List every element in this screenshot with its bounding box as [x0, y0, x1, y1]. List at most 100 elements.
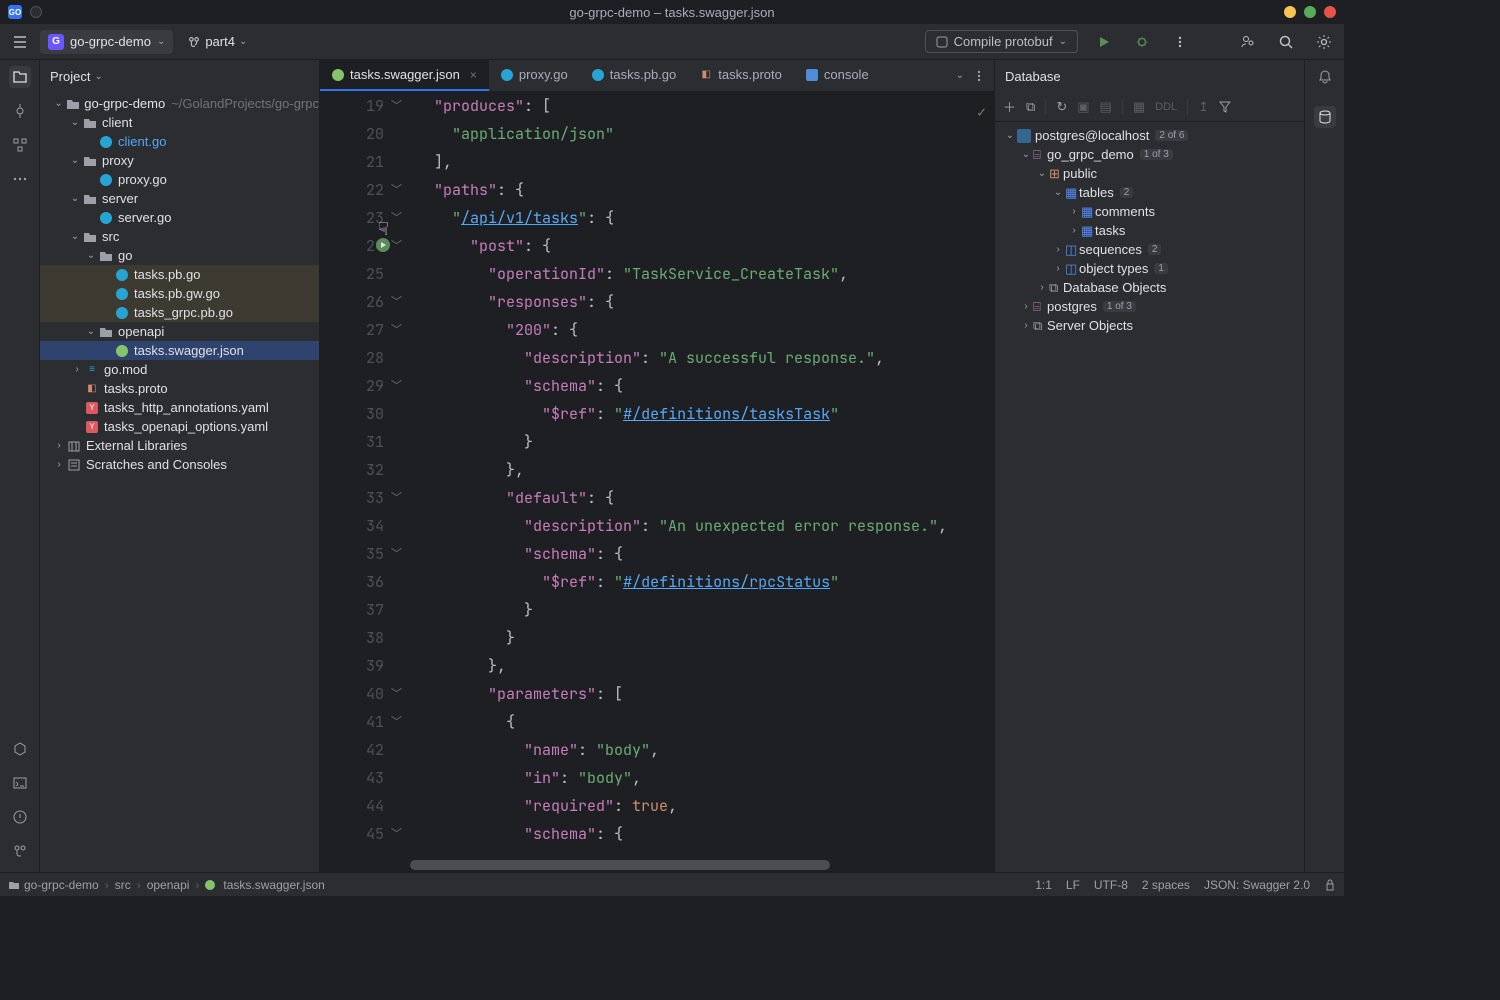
main-toolbar: G go-grpc-demo ⌄ part4 ⌄ Compile protobu… [0, 24, 1344, 60]
status-indent[interactable]: 2 spaces [1142, 878, 1190, 892]
maximize-icon[interactable] [1304, 6, 1316, 18]
tree-server-go[interactable]: server.go [40, 208, 319, 227]
tree-tasks-grpc-pb[interactable]: tasks_grpc.pb.go [40, 303, 319, 322]
db-add-icon[interactable]: ＋ [1003, 97, 1016, 116]
tree-scratches[interactable]: ›Scratches and Consoles [40, 455, 319, 474]
db-copy-icon[interactable]: ⧉ [1026, 99, 1035, 115]
tree-http-ann[interactable]: Ytasks_http_annotations.yaml [40, 398, 319, 417]
project-name: go-grpc-demo [70, 34, 151, 49]
status-lock-icon[interactable] [1324, 879, 1336, 891]
commit-tool-icon[interactable] [9, 100, 31, 122]
editor-body[interactable]: ✓ 19 20 21 22 23 24 25 26 27 28 29 30 31… [320, 92, 994, 872]
tabs-more-icon[interactable] [972, 69, 986, 83]
tree-gomod[interactable]: ›≡go.mod [40, 360, 319, 379]
vcs-tool-icon[interactable] [9, 840, 31, 862]
run-config-selector[interactable]: Compile protobuf ⌄ [925, 30, 1078, 53]
tree-src-folder[interactable]: ⌄src [40, 227, 319, 246]
tabs-dropdown-icon[interactable]: ⌄ [956, 70, 964, 81]
tab-tasks-proto[interactable]: ◧tasks.proto [688, 60, 794, 91]
tab-proxy[interactable]: proxy.go [489, 60, 580, 91]
notifications-icon[interactable] [1314, 66, 1336, 88]
run-gutter-icon[interactable] [376, 238, 390, 252]
db-table-icon[interactable]: ▦ [1133, 99, 1145, 115]
tab-swagger[interactable]: tasks.swagger.json× [320, 60, 489, 91]
tree-tasks-pb[interactable]: tasks.pb.go [40, 265, 319, 284]
db-obj-types[interactable]: ›◫object types1 [995, 259, 1304, 278]
search-icon[interactable] [1274, 30, 1298, 54]
run-config-label: Compile protobuf [954, 34, 1053, 49]
window-title: go-grpc-demo – tasks.swagger.json [569, 5, 774, 20]
more-icon[interactable] [1168, 30, 1192, 54]
close-tab-icon[interactable]: × [470, 68, 477, 82]
database-title: Database [1005, 69, 1061, 84]
terminal-tool-icon[interactable] [9, 772, 31, 794]
menu-dot[interactable] [30, 6, 42, 18]
tree-root[interactable]: ⌄go-grpc-demo~/GolandProjects/go-grpc [40, 94, 319, 113]
breadcrumb-file[interactable]: tasks.swagger.json [205, 878, 324, 892]
tree-server-folder[interactable]: ⌄server [40, 189, 319, 208]
tree-tasks-pb-gw[interactable]: tasks.pb.gw.go [40, 284, 319, 303]
db-server-objects[interactable]: ›⧉Server Objects [995, 316, 1304, 335]
structure-tool-icon[interactable] [9, 134, 31, 156]
db-refresh-icon[interactable]: ↻ [1056, 99, 1067, 115]
tree-openapi-opts[interactable]: Ytasks_openapi_options.yaml [40, 417, 319, 436]
project-panel: Project ⌄ ⌄go-grpc-demo~/GolandProjects/… [40, 60, 320, 872]
status-pos[interactable]: 1:1 [1035, 878, 1052, 892]
tree-openapi-folder[interactable]: ⌄openapi [40, 322, 319, 341]
horizontal-scrollbar[interactable] [410, 860, 830, 870]
vcs-branch[interactable]: part4 ⌄ [181, 30, 253, 53]
status-enc[interactable]: UTF-8 [1094, 878, 1128, 892]
left-tool-rail [0, 60, 40, 872]
project-tool-icon[interactable] [9, 66, 31, 88]
project-title: Project [50, 69, 90, 84]
db-datasource[interactable]: ⌄postgres@localhost2 of 6 [995, 126, 1304, 145]
tree-tasks-swagger[interactable]: tasks.swagger.json [40, 341, 319, 360]
db-stop-icon[interactable]: ▣ [1077, 99, 1089, 115]
project-chip[interactable]: G go-grpc-demo ⌄ [40, 30, 173, 54]
code-with-me-icon[interactable] [1236, 30, 1260, 54]
breadcrumb-openapi[interactable]: openapi [147, 878, 190, 892]
tab-console[interactable]: console [794, 60, 881, 91]
db-filter-icon[interactable] [1219, 101, 1231, 113]
db-diagram-icon[interactable]: ▤ [1100, 99, 1112, 115]
tree-proxy-go[interactable]: proxy.go [40, 170, 319, 189]
db-tables[interactable]: ⌄▦tables2 [995, 183, 1304, 202]
editor-area: tasks.swagger.json× proxy.go tasks.pb.go… [320, 60, 994, 872]
tree-go-folder[interactable]: ⌄go [40, 246, 319, 265]
app-icon: GO [8, 5, 22, 19]
db-ddl-label[interactable]: DDL [1155, 101, 1177, 113]
db-tree[interactable]: ⌄postgres@localhost2 of 6 ⌄⌸go_grpc_demo… [995, 122, 1304, 339]
right-tool-rail [1304, 60, 1344, 872]
project-tree[interactable]: ⌄go-grpc-demo~/GolandProjects/go-grpc ⌄c… [40, 92, 319, 872]
db-collapse-icon[interactable]: ↥ [1198, 99, 1209, 115]
tree-client-go[interactable]: client.go [40, 132, 319, 151]
settings-icon[interactable] [1312, 30, 1336, 54]
tree-client-folder[interactable]: ⌄client [40, 113, 319, 132]
main-menu-icon[interactable] [8, 30, 32, 54]
status-schema[interactable]: JSON: Swagger 2.0 [1204, 878, 1310, 892]
tree-ext-libs[interactable]: ›External Libraries [40, 436, 319, 455]
run-icon[interactable] [1092, 30, 1116, 54]
problems-tool-icon[interactable] [9, 806, 31, 828]
tab-tasks-pb[interactable]: tasks.pb.go [580, 60, 689, 91]
breadcrumb-root[interactable]: go-grpc-demo [8, 878, 99, 892]
db-table-tasks[interactable]: ›▦tasks [995, 221, 1304, 240]
titlebar: GO go-grpc-demo – tasks.swagger.json [0, 0, 1344, 24]
services-tool-icon[interactable] [9, 738, 31, 760]
db-objects[interactable]: ›⧉Database Objects [995, 278, 1304, 297]
debug-icon[interactable] [1130, 30, 1154, 54]
db-sequences[interactable]: ›◫sequences2 [995, 240, 1304, 259]
db-table-comments[interactable]: ›▦comments [995, 202, 1304, 221]
more-tools-icon[interactable] [9, 168, 31, 190]
db-schema[interactable]: ⌄⊞public [995, 164, 1304, 183]
database-tool-icon[interactable] [1314, 106, 1336, 128]
inspection-ok-icon[interactable]: ✓ [977, 98, 986, 126]
db-postgres[interactable]: ›⌸postgres1 of 3 [995, 297, 1304, 316]
tree-tasks-proto[interactable]: ◧tasks.proto [40, 379, 319, 398]
tree-proxy-folder[interactable]: ⌄proxy [40, 151, 319, 170]
breadcrumb-src[interactable]: src [115, 878, 131, 892]
minimize-icon[interactable] [1284, 6, 1296, 18]
close-icon[interactable] [1324, 6, 1336, 18]
status-lf[interactable]: LF [1066, 878, 1080, 892]
db-database[interactable]: ⌄⌸go_grpc_demo1 of 3 [995, 145, 1304, 164]
